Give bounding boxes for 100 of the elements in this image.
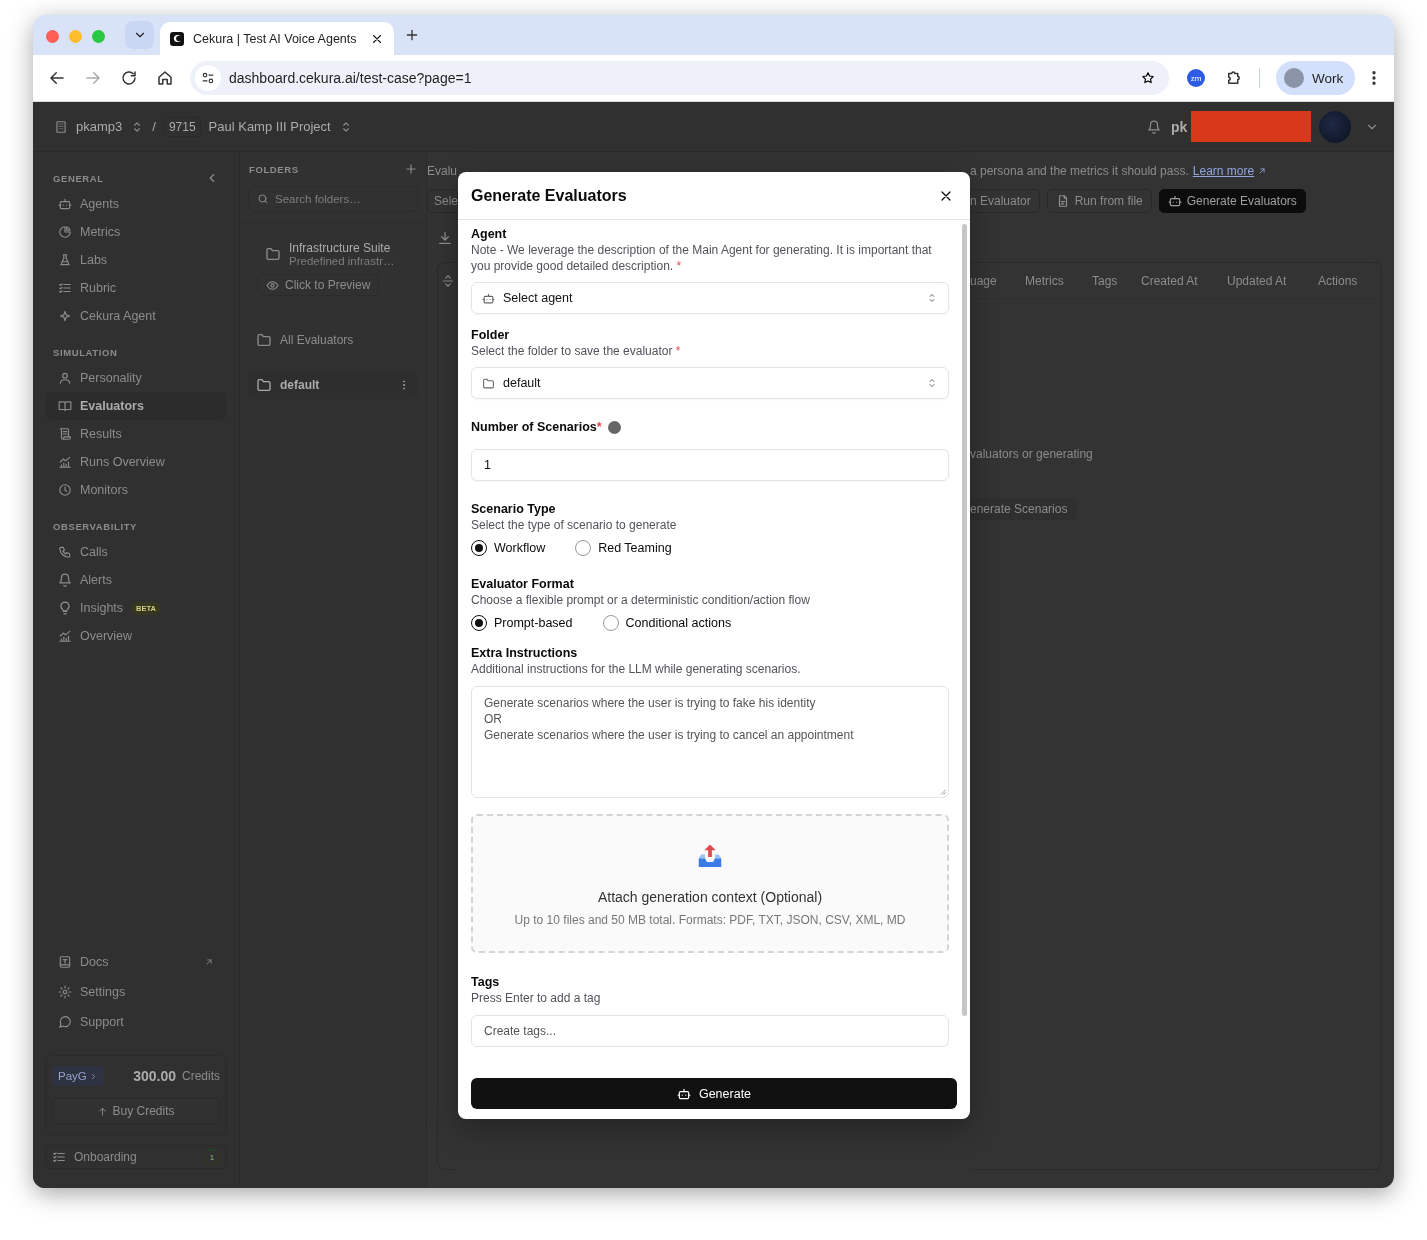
folder-item[interactable]: All Evaluators: [248, 326, 418, 354]
org-name[interactable]: pkamp3: [76, 119, 123, 134]
plan-badge[interactable]: PayG: [52, 1066, 104, 1086]
section-heading: GENERAL: [53, 172, 104, 184]
sidebar-item[interactable]: Monitors: [45, 476, 227, 504]
sidebar-item[interactable]: Docs: [45, 947, 227, 977]
sidebar-item[interactable]: Agents: [45, 190, 227, 218]
profile-button[interactable]: Work: [1276, 61, 1356, 95]
bell-icon[interactable]: [1147, 119, 1161, 134]
tags-input[interactable]: Create tags...: [471, 1015, 949, 1047]
number-field[interactable]: 1: [471, 449, 949, 481]
project-id: 9715: [163, 116, 201, 137]
sidebar-item[interactable]: Evaluators: [45, 392, 227, 420]
description-text: Evalu: [427, 163, 458, 180]
forward-icon[interactable]: [84, 69, 102, 87]
toolbar-button[interactable]: Run from file: [1046, 189, 1152, 213]
info-icon[interactable]: [607, 421, 621, 434]
search-field[interactable]: Search folders…: [248, 186, 418, 212]
new-tab-icon[interactable]: [404, 27, 420, 43]
sidebar-item[interactable]: Settings: [45, 977, 227, 1007]
buy-credits-button[interactable]: Buy Credits: [52, 1098, 220, 1124]
project-name[interactable]: Paul Kamp III Project: [208, 119, 331, 134]
plus-icon[interactable]: [404, 162, 418, 176]
column-header: Actions: [1318, 273, 1359, 288]
reload-icon[interactable]: [120, 69, 138, 87]
folder-select[interactable]: default: [471, 367, 949, 399]
field-label: Folder: [471, 328, 510, 343]
address-bar[interactable]: dashboard.cekura.ai/test-case?page=1: [190, 61, 1169, 95]
sidebar-item[interactable]: Runs Overview: [45, 448, 227, 476]
radio-label: Conditional actions: [625, 616, 732, 630]
robot-icon: [482, 291, 495, 305]
onboarding-button[interactable]: Onboarding 1: [45, 1145, 227, 1169]
radio-label: Red Teaming: [598, 541, 672, 555]
search-icon: [257, 193, 269, 205]
folder-description: Predefined infrastr…: [289, 255, 395, 267]
home-icon[interactable]: [156, 69, 174, 87]
field-label: Extra Instructions: [471, 646, 578, 661]
sidebar-item[interactable]: Alerts: [45, 566, 227, 594]
preview-button[interactable]: Click to Preview: [257, 274, 380, 296]
bell-icon: [58, 573, 72, 587]
generate-scenarios-button[interactable]: enerate Scenarios: [970, 498, 1078, 520]
building-icon: [54, 119, 68, 134]
site-settings-icon[interactable]: [195, 65, 221, 91]
sidebar-item[interactable]: Metrics: [45, 218, 227, 246]
scrollbar[interactable]: [962, 224, 967, 1016]
bar-chart-icon: [58, 455, 72, 469]
column-header: Metrics: [1025, 273, 1065, 288]
back-icon[interactable]: [48, 69, 66, 87]
credits-unit: Credits: [182, 1069, 220, 1083]
empty-state-text: valuators or generating: [970, 447, 1093, 461]
agent-select[interactable]: Select agent: [471, 282, 949, 314]
sidebar-item[interactable]: Rubric: [45, 274, 227, 302]
bar-chart-icon: [58, 629, 72, 643]
field-description: Press Enter to add a tag: [471, 990, 602, 1006]
credits-amount: 300.00: [133, 1068, 176, 1084]
sidebar-item[interactable]: Cekura Agent: [45, 302, 227, 330]
phone-icon: [58, 545, 72, 559]
sidebar-item[interactable]: Calls: [45, 538, 227, 566]
sidebar-item[interactable]: Personality: [45, 364, 227, 392]
file-drop-zone[interactable]: Attach generation context (Optional) Up to 10 files and 50 MB total. Formats: PDF, TXT, JSON, CSV, XML, MD: [471, 814, 949, 953]
clock-icon: [58, 483, 72, 497]
radio-label: Prompt-based: [494, 616, 573, 630]
section-heading: OBSERVABILITY: [53, 520, 137, 532]
sidebar-item[interactable]: Support: [45, 1007, 227, 1037]
folder-icon: [256, 332, 272, 348]
external-link-icon: [204, 957, 214, 967]
field-description: Choose a flexible prompt or a deterministic condition/action flow: [471, 592, 811, 608]
sparkle-icon: [58, 309, 72, 323]
sidebar-item[interactable]: Labs: [45, 246, 227, 274]
column-header: uage: [970, 273, 998, 288]
robot-icon: [676, 1086, 691, 1101]
close-window-icon[interactable]: [46, 29, 59, 43]
toolbar-button[interactable]: Generate Evaluators: [1158, 189, 1306, 213]
sidebar-item[interactable]: Results: [45, 420, 227, 448]
field-label: Scenario Type: [471, 502, 556, 517]
field-label: Evaluator Format: [471, 577, 574, 592]
arrow-up-icon: [97, 1105, 109, 1117]
pie-chart-icon: [58, 225, 72, 239]
section-heading: SIMULATION: [53, 346, 118, 358]
book-icon: [58, 399, 72, 413]
learn-more-link[interactable]: Learn more: [1192, 164, 1255, 178]
field-description: Additional instructions for the LLM while generating scenarios.: [471, 661, 802, 677]
upload-hint: Up to 10 files and 50 MB total. Formats: PDF, TXT, JSON, CSV, XML, MD: [514, 913, 906, 927]
robot-icon: [58, 197, 72, 211]
download-icon[interactable]: [437, 230, 453, 246]
sidebar-item[interactable]: Overview: [45, 622, 227, 650]
browser-tab[interactable]: Cekura | Test AI Voice Agents: [160, 22, 394, 55]
person-icon: [58, 371, 72, 385]
folder-name: Infrastructure Suite: [289, 241, 392, 255]
book-icon: [58, 955, 72, 969]
column-header: Updated At: [1227, 273, 1288, 288]
extension-icon[interactable]: zm: [1187, 69, 1205, 87]
upload-title: Attach generation context (Optional): [597, 889, 823, 905]
checklist-icon: [58, 281, 72, 295]
instructions-field[interactable]: Generate scenarios where the user is trying to fake his identity OR Generate scenarios where the user is trying to cancel an appointment: [471, 686, 949, 798]
puzzle-icon[interactable]: [1225, 69, 1243, 87]
folder-icon: [265, 246, 281, 262]
star-icon[interactable]: [1141, 71, 1155, 85]
generate-button[interactable]: Generate: [471, 1078, 957, 1109]
section-heading: FOLDERS: [249, 163, 299, 175]
